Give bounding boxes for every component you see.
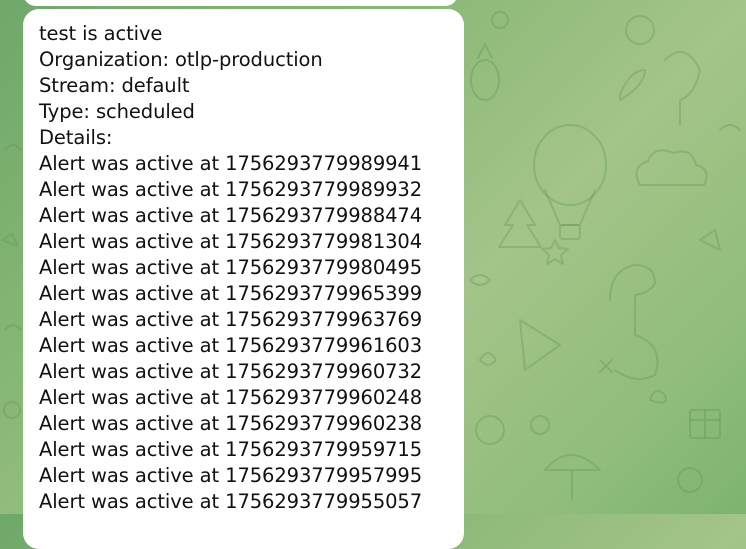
message-organization: Organization: otlp-production bbox=[39, 48, 323, 71]
alert-line: Alert was active at 1756293779989941 bbox=[39, 152, 423, 175]
alert-line: Alert was active at 1756293779957995 bbox=[39, 464, 423, 487]
alert-line: Alert was active at 1756293779960248 bbox=[39, 386, 423, 409]
alert-line: Alert was active at 1756293779981304 bbox=[39, 230, 423, 253]
alert-message-bubble[interactable]: test is active Organization: otlp-produc… bbox=[23, 9, 464, 549]
alert-line: Alert was active at 1756293779963769 bbox=[39, 308, 423, 331]
previous-message-bubble[interactable] bbox=[23, 0, 458, 6]
alert-line: Alert was active at 1756293779988474 bbox=[39, 204, 423, 227]
message-stream: Stream: default bbox=[39, 74, 190, 97]
message-type: Type: scheduled bbox=[39, 100, 195, 123]
alert-line: Alert was active at 1756293779965399 bbox=[39, 282, 423, 305]
alert-line: Alert was active at 1756293779989932 bbox=[39, 178, 423, 201]
message-list[interactable]: test is active Organization: otlp-produc… bbox=[0, 0, 746, 549]
alert-line: Alert was active at 1756293779955057 bbox=[39, 490, 423, 513]
alert-line: Alert was active at 1756293779959715 bbox=[39, 438, 423, 461]
alert-line: Alert was active at 1756293779961603 bbox=[39, 334, 423, 357]
message-title: test is active bbox=[39, 22, 163, 45]
alert-line: Alert was active at 1756293779960732 bbox=[39, 360, 423, 383]
message-details-label: Details: bbox=[39, 126, 113, 149]
alert-line: Alert was active at 1756293779960238 bbox=[39, 412, 423, 435]
alert-line: Alert was active at 1756293779980495 bbox=[39, 256, 423, 279]
